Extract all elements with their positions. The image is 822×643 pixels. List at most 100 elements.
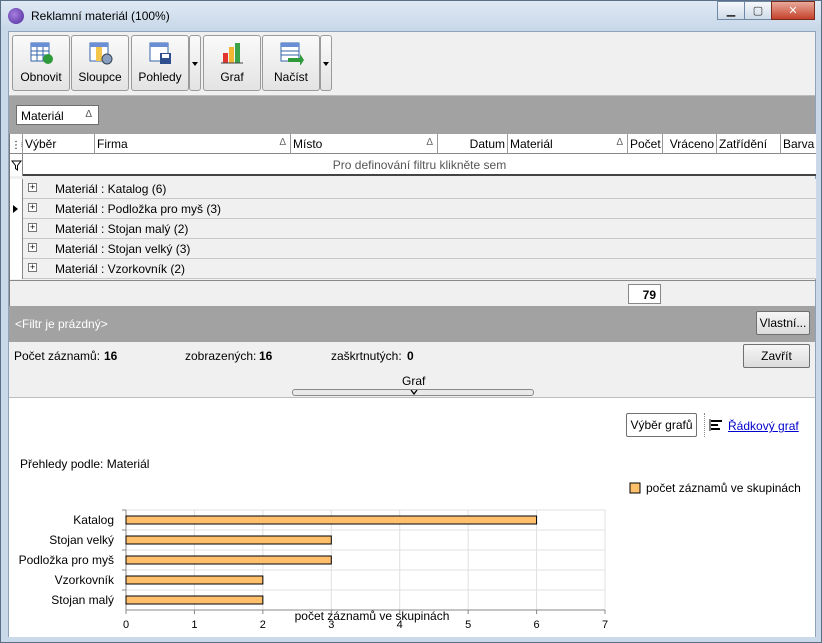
x-tick-label: 7 <box>602 619 608 631</box>
bar <box>125 575 264 585</box>
load-label: Načíst <box>273 70 308 84</box>
column-chooser-button[interactable]: ⋮≡ <box>10 134 23 154</box>
x-axis-label: počet záznamů ve skupinách <box>295 609 450 623</box>
columns-label: Sloupce <box>78 70 122 84</box>
sum-pocet-cell: 79 <box>628 284 661 304</box>
close-window-button[interactable]: ✕ <box>771 1 815 20</box>
chart-button[interactable]: Graf <box>203 35 261 91</box>
load-grid-icon <box>280 42 304 65</box>
views-button[interactable]: Pohledy <box>131 35 189 91</box>
records-label: Počet záznamů: <box>14 349 101 363</box>
filter-row-selector[interactable] <box>10 154 23 176</box>
group-by-chip[interactable]: Materiál Δ <box>16 105 99 125</box>
group-row-label: Materiál : Podložka pro myš (3) <box>55 202 222 216</box>
records-value: 16 <box>104 349 118 363</box>
x-tick-label: 5 <box>465 619 471 631</box>
checked-value: 0 <box>407 349 414 363</box>
group-row[interactable]: + Materiál : Vzorkovník (2) <box>23 259 816 279</box>
bar <box>125 535 332 545</box>
filter-row[interactable]: Pro definování filtru klikněte sem <box>23 154 816 176</box>
y-tick-label: Katalog <box>73 513 114 527</box>
app-window: Reklamní materiál (100%) ▁ ▢ ✕ Obnovit S… <box>0 0 822 643</box>
column-header-firma[interactable]: Firma Δ <box>95 134 291 154</box>
y-tick-label: Stojan velký <box>49 533 114 547</box>
current-row-indicator-icon <box>13 205 18 213</box>
column-header-datum[interactable]: Datum <box>438 134 508 154</box>
expand-icon[interactable]: + <box>28 223 37 232</box>
data-grid: ⋮≡ Výběr Firma Δ Místo Δ Datum Materiál Δ P… <box>9 134 816 306</box>
grid-header: ⋮≡ Výběr Firma Δ Místo Δ Datum Materiál Δ P… <box>10 134 816 154</box>
group-row-label: Materiál : Katalog (6) <box>55 182 167 196</box>
shown-value: 16 <box>259 349 273 363</box>
shown-label: zobrazených: <box>185 349 257 363</box>
maximize-icon: ▢ <box>752 5 764 17</box>
sort-ascending-icon: Δ <box>85 109 92 120</box>
close-button[interactable]: Zavřít <box>743 344 810 368</box>
y-tick-label: Stojan malý <box>51 593 114 607</box>
views-label: Pohledy <box>138 70 182 84</box>
toolbar: Obnovit Sloupce Pohledy Graf Načíst <box>9 32 815 96</box>
minimize-button[interactable]: ▁ <box>717 1 745 20</box>
column-header-zatrideni[interactable]: Zatřídění <box>717 134 781 154</box>
y-tick-label: Vzorkovník <box>55 573 115 587</box>
group-by-area: Materiál Δ <box>9 96 815 134</box>
y-tick-label: Podložka pro myš <box>19 553 114 567</box>
window-controls: ▁ ▢ ✕ <box>717 1 815 20</box>
column-label: Zatřídění <box>719 137 768 151</box>
chart-label: Graf <box>220 70 244 84</box>
column-header-barva[interactable]: Barva <box>781 134 816 154</box>
load-button[interactable]: Načíst <box>262 35 320 91</box>
bar <box>125 595 264 605</box>
views-save-icon <box>149 42 171 64</box>
row-selector-column <box>10 179 23 279</box>
load-dropdown-button[interactable] <box>320 35 332 91</box>
bar-chart-icon <box>221 43 243 64</box>
refresh-grid-icon <box>30 42 53 64</box>
title-bar[interactable]: Reklamní materiál (100%) ▁ ▢ ✕ <box>1 1 821 31</box>
column-label: Datum <box>469 137 505 151</box>
column-header-vyber[interactable]: Výběr <box>23 134 95 154</box>
column-header-material[interactable]: Materiál Δ <box>508 134 628 154</box>
legend-swatch <box>629 482 641 494</box>
column-label: Materiál <box>510 137 553 151</box>
filter-status-text[interactable]: <Filtr je prázdný> <box>15 317 108 331</box>
x-tick-label: 1 <box>191 619 197 631</box>
window-title: Reklamní materiál (100%) <box>31 9 170 23</box>
expand-icon[interactable]: + <box>28 183 37 192</box>
group-row[interactable]: + Materiál : Stojan velký (3) <box>23 239 816 259</box>
bar-chart: počet záznamů ve skupinách počet záznamů… <box>19 481 801 631</box>
columns-button[interactable]: Sloupce <box>71 35 129 91</box>
column-header-pocet[interactable]: Počet <box>628 134 663 154</box>
grid-area: ⋮≡ Výběr Firma Δ Místo Δ Datum Materiál Δ P… <box>9 134 816 306</box>
maximize-button[interactable]: ▢ <box>744 1 772 20</box>
column-chooser-icon: ⋮≡ <box>11 140 22 151</box>
columns-settings-icon <box>89 42 113 65</box>
chart-collapse-handle[interactable] <box>292 389 534 396</box>
column-label: Barva <box>783 137 815 151</box>
column-label: Vráceno <box>669 137 714 151</box>
checked-label: zaškrtnutých: <box>331 349 402 363</box>
group-row[interactable]: + Materiál : Katalog (6) <box>23 179 816 199</box>
group-row[interactable]: + Materiál : Podložka pro myš (3) <box>23 199 816 219</box>
column-label: Výběr <box>25 137 57 151</box>
expand-icon[interactable]: + <box>28 243 37 252</box>
views-dropdown-button[interactable] <box>189 35 201 91</box>
x-tick-label: 2 <box>260 619 266 631</box>
column-header-vraceno[interactable]: Vráceno <box>663 134 717 154</box>
bar <box>125 555 332 565</box>
column-header-misto[interactable]: Místo Δ <box>291 134 438 154</box>
custom-filter-button[interactable]: Vlastní... <box>756 311 810 335</box>
group-row[interactable]: + Materiál : Stojan malý (2) <box>23 219 816 239</box>
group-row-label: Materiál : Stojan velký (3) <box>55 242 191 256</box>
group-row-label: Materiál : Stojan malý (2) <box>55 222 189 236</box>
chart-panel: Výběr grafů Řádkový graf Přehledy podle:… <box>9 399 815 637</box>
sort-ascending-icon: Δ <box>426 137 433 148</box>
refresh-button[interactable]: Obnovit <box>12 35 70 91</box>
expand-icon[interactable]: + <box>28 263 37 272</box>
x-tick-label: 0 <box>123 619 129 631</box>
chart-splitter-label: Graf <box>402 374 426 388</box>
column-label: Místo <box>293 137 323 151</box>
legend-label: počet záznamů ve skupinách <box>646 481 801 495</box>
expand-icon[interactable]: + <box>28 203 37 212</box>
minimize-icon: ▁ <box>726 5 736 17</box>
